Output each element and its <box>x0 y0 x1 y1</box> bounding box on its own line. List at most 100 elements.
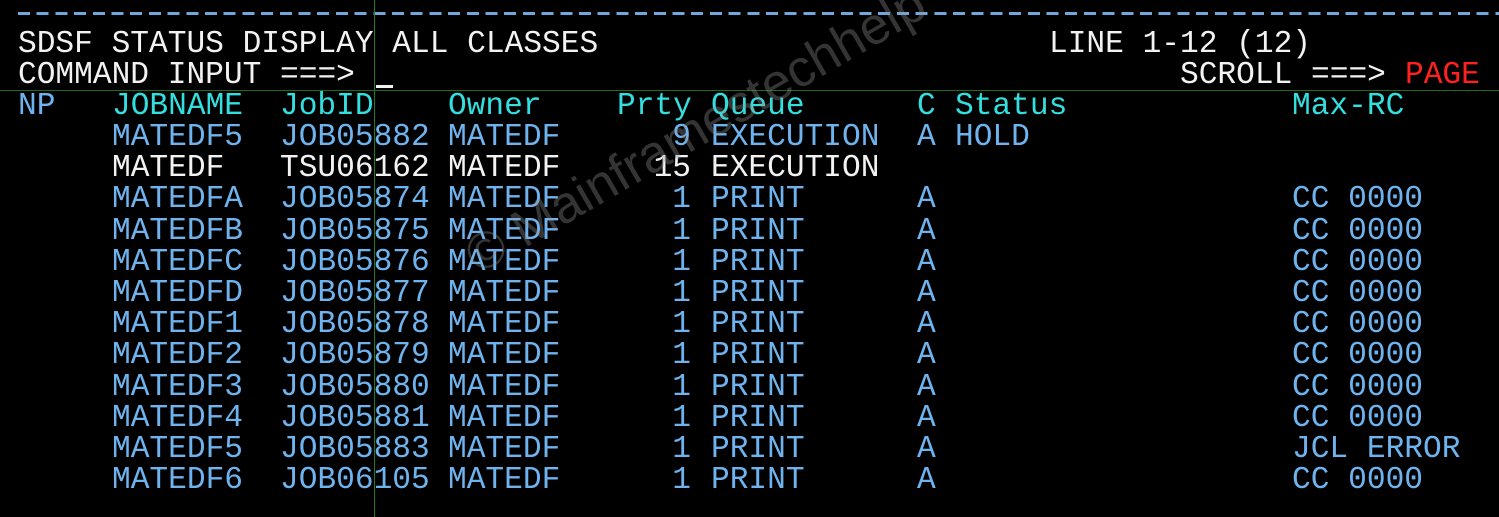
queue-cell: PRINT <box>711 400 805 436</box>
col-status[interactable]: Status <box>955 91 1067 122</box>
prty-cell: 1 <box>672 244 691 280</box>
prty-cell: 1 <box>672 400 691 436</box>
maxrc-cell: CC 0000 <box>1292 338 1424 374</box>
np-command-field[interactable] <box>18 247 78 278</box>
jobid-cell: JOB05877 <box>280 276 430 311</box>
queue-cell: PRINT <box>711 369 805 405</box>
np-command-field[interactable] <box>18 434 78 465</box>
jobname-cell: MATEDFB <box>112 213 244 249</box>
prty-cell: 1 <box>672 213 691 249</box>
owner-cell: MATEDF <box>448 213 561 249</box>
prty-cell: 15 <box>653 151 691 187</box>
class-cell: A <box>917 307 936 343</box>
jobid-cell: JOB05879 <box>280 338 430 374</box>
maxrc-cell: CC 0000 <box>1292 307 1424 343</box>
prty-cell: 1 <box>672 338 691 374</box>
panel-title: SDSF STATUS DISPLAY ALL CLASSES <box>18 27 599 62</box>
command-input[interactable] <box>376 60 1156 91</box>
col-maxrc[interactable]: Max-RC <box>1292 91 1404 122</box>
np-command-field[interactable] <box>18 309 78 340</box>
jobid-cell: JOB05882 <box>280 120 430 155</box>
maxrc-cell: CC 0000 <box>1292 463 1424 499</box>
jobid-cell: JOB05883 <box>280 432 430 467</box>
text-cursor <box>376 85 393 88</box>
maxrc-cell: JCL ERROR <box>1292 432 1461 467</box>
class-cell: A <box>917 338 936 374</box>
class-cell: A <box>917 276 936 311</box>
prty-cell: 1 <box>672 182 691 218</box>
queue-cell: PRINT <box>711 463 805 499</box>
queue-cell: PRINT <box>711 432 805 467</box>
col-jobname[interactable]: JOBNAME <box>112 91 243 122</box>
queue-cell: PRINT <box>711 182 805 218</box>
np-command-field[interactable] <box>18 278 78 309</box>
maxrc-cell: CC 0000 <box>1292 213 1424 249</box>
col-np[interactable]: NP <box>18 91 55 122</box>
col-c[interactable]: C <box>917 91 936 122</box>
jobid-cell: JOB05880 <box>280 369 430 405</box>
jobname-cell: MATEDF3 <box>112 369 244 405</box>
col-prty[interactable]: Prty <box>617 91 692 122</box>
prty-cell: 1 <box>672 369 691 405</box>
jobname-cell: MATEDF <box>112 151 225 187</box>
owner-cell: MATEDF <box>448 338 561 374</box>
np-command-field[interactable] <box>18 122 78 153</box>
np-command-field[interactable] <box>18 403 78 434</box>
title-line: SDSF STATUS DISPLAY ALL CLASSES LINE 1-1… <box>18 29 1311 60</box>
jobname-cell: MATEDF5 <box>112 432 244 467</box>
col-queue[interactable]: Queue <box>711 91 805 122</box>
class-cell: A <box>917 213 936 249</box>
jobname-cell: MATEDFD <box>112 276 244 311</box>
owner-cell: MATEDF <box>448 244 561 280</box>
status-cell: HOLD <box>955 120 1030 155</box>
maxrc-cell: CC 0000 <box>1292 244 1424 280</box>
jobname-cell: MATEDF2 <box>112 338 244 374</box>
owner-cell: MATEDF <box>448 400 561 436</box>
np-command-field[interactable] <box>18 340 78 371</box>
owner-cell: MATEDF <box>448 182 561 218</box>
np-command-field[interactable] <box>18 153 78 184</box>
maxrc-cell: CC 0000 <box>1292 369 1424 405</box>
maxrc-cell: CC 0000 <box>1292 276 1424 311</box>
col-owner[interactable]: Owner <box>448 91 542 122</box>
np-command-field[interactable] <box>18 216 78 247</box>
col-jobid[interactable]: JobID <box>280 91 374 122</box>
class-cell: A <box>917 400 936 436</box>
class-cell: A <box>917 432 936 467</box>
owner-cell: MATEDF <box>448 307 561 343</box>
command-label: COMMAND INPUT ===> <box>18 58 355 93</box>
jobname-cell: MATEDFC <box>112 244 244 280</box>
owner-cell: MATEDF <box>448 151 561 187</box>
scroll-label: SCROLL ===> <box>1180 58 1386 93</box>
jobid-cell: TSU06162 <box>280 151 430 187</box>
class-cell: A <box>917 244 936 280</box>
np-command-field[interactable] <box>18 465 78 496</box>
class-cell: A <box>917 182 936 218</box>
prty-cell: 1 <box>672 432 691 467</box>
maxrc-cell: CC 0000 <box>1292 182 1424 218</box>
prty-cell: 1 <box>672 463 691 499</box>
owner-cell: MATEDF <box>448 276 561 311</box>
np-command-field[interactable] <box>18 372 78 403</box>
queue-cell: EXECUTION <box>711 151 880 187</box>
scroll-amount-field[interactable]: PAGE <box>1405 60 1480 91</box>
prty-cell: 9 <box>672 120 691 155</box>
queue-cell: PRINT <box>711 213 805 249</box>
queue-cell: PRINT <box>711 307 805 343</box>
queue-cell: EXECUTION <box>711 120 880 155</box>
maxrc-cell: CC 0000 <box>1292 400 1424 436</box>
prty-cell: 1 <box>672 276 691 311</box>
queue-cell: PRINT <box>711 244 805 280</box>
jobname-cell: MATEDF5 <box>112 120 244 155</box>
jobname-cell: MATEDFA <box>112 182 244 218</box>
np-command-field[interactable] <box>18 184 78 215</box>
owner-cell: MATEDF <box>448 432 561 467</box>
prty-cell: 1 <box>672 307 691 343</box>
jobid-cell: JOB05878 <box>280 307 430 343</box>
class-cell: A <box>917 463 936 499</box>
sdsf-screen: SDSF STATUS DISPLAY ALL CLASSES LINE 1-1… <box>0 0 1499 517</box>
top-separator <box>18 12 1499 15</box>
owner-cell: MATEDF <box>448 120 561 155</box>
jobname-cell: MATEDF1 <box>112 307 244 343</box>
cursor-column-guide <box>374 0 375 517</box>
